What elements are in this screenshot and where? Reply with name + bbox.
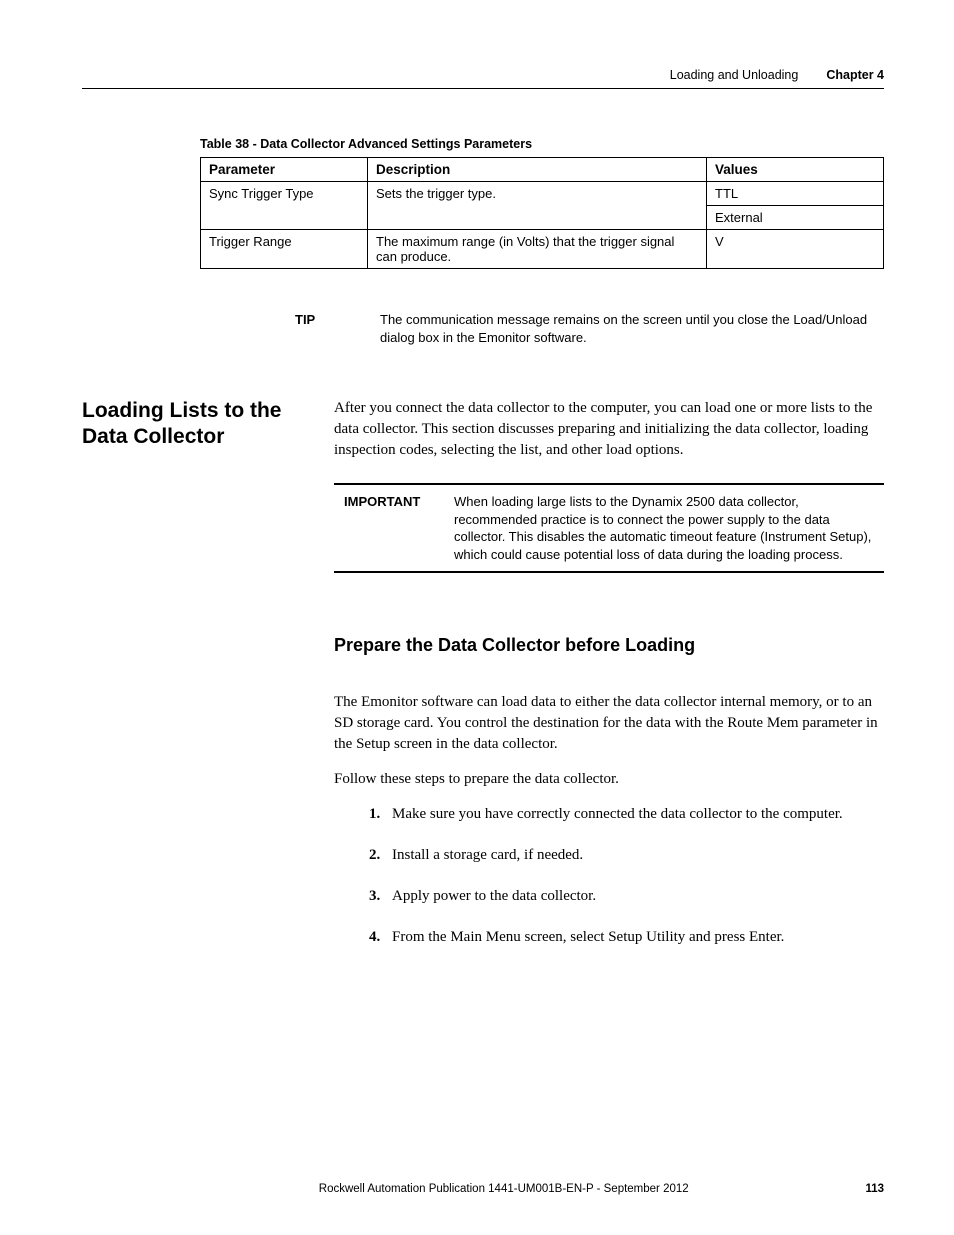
table-header-description: Description [368,158,707,182]
table-row: Trigger Range The maximum range (in Volt… [201,230,884,269]
cell-value: TTL [707,182,884,206]
cell-parameter: Trigger Range [201,230,368,269]
step-item: Install a storage card, if needed. [384,845,884,866]
section-intro: After you connect the data collector to … [334,398,884,461]
header-chapter: Chapter 4 [826,68,884,82]
tip-label: TIP [295,311,380,346]
page-footer: Rockwell Automation Publication 1441-UM0… [82,1183,884,1195]
tip-text: The communication message remains on the… [380,311,884,346]
cell-description: The maximum range (in Volts) that the tr… [368,230,707,269]
cell-value: V [707,230,884,269]
step-item: Make sure you have correctly connected t… [384,804,884,825]
important-text: When loading large lists to the Dynamix … [454,493,874,563]
footer-page-number: 113 [865,1183,884,1195]
table-row: Sync Trigger Type Sets the trigger type.… [201,182,884,206]
important-box: IMPORTANT When loading large lists to th… [334,483,884,573]
steps-list: Make sure you have correctly connected t… [334,804,884,948]
section-heading: Loading Lists to the Data Collector [82,398,334,451]
running-header: Loading and Unloading Chapter 4 [82,68,884,82]
tip-block: TIP The communication message remains on… [295,311,884,346]
subsection-p2: Follow these steps to prepare the data c… [334,769,884,790]
step-item: From the Main Menu screen, select Setup … [384,927,884,948]
subsection-heading: Prepare the Data Collector before Loadin… [334,633,884,658]
settings-table: Parameter Description Values Sync Trigge… [200,157,884,269]
footer-publication: Rockwell Automation Publication 1441-UM0… [142,1183,865,1195]
table-header-parameter: Parameter [201,158,368,182]
cell-value: External [707,206,884,230]
table-caption: Table 38 - Data Collector Advanced Setti… [200,137,884,151]
table-header-values: Values [707,158,884,182]
header-rule [82,88,884,89]
important-label: IMPORTANT [344,493,454,563]
subsection-p1: The Emonitor software can load data to e… [334,692,884,755]
cell-description: Sets the trigger type. [368,182,707,230]
header-section: Loading and Unloading [670,68,799,82]
step-item: Apply power to the data collector. [384,886,884,907]
cell-parameter: Sync Trigger Type [201,182,368,230]
